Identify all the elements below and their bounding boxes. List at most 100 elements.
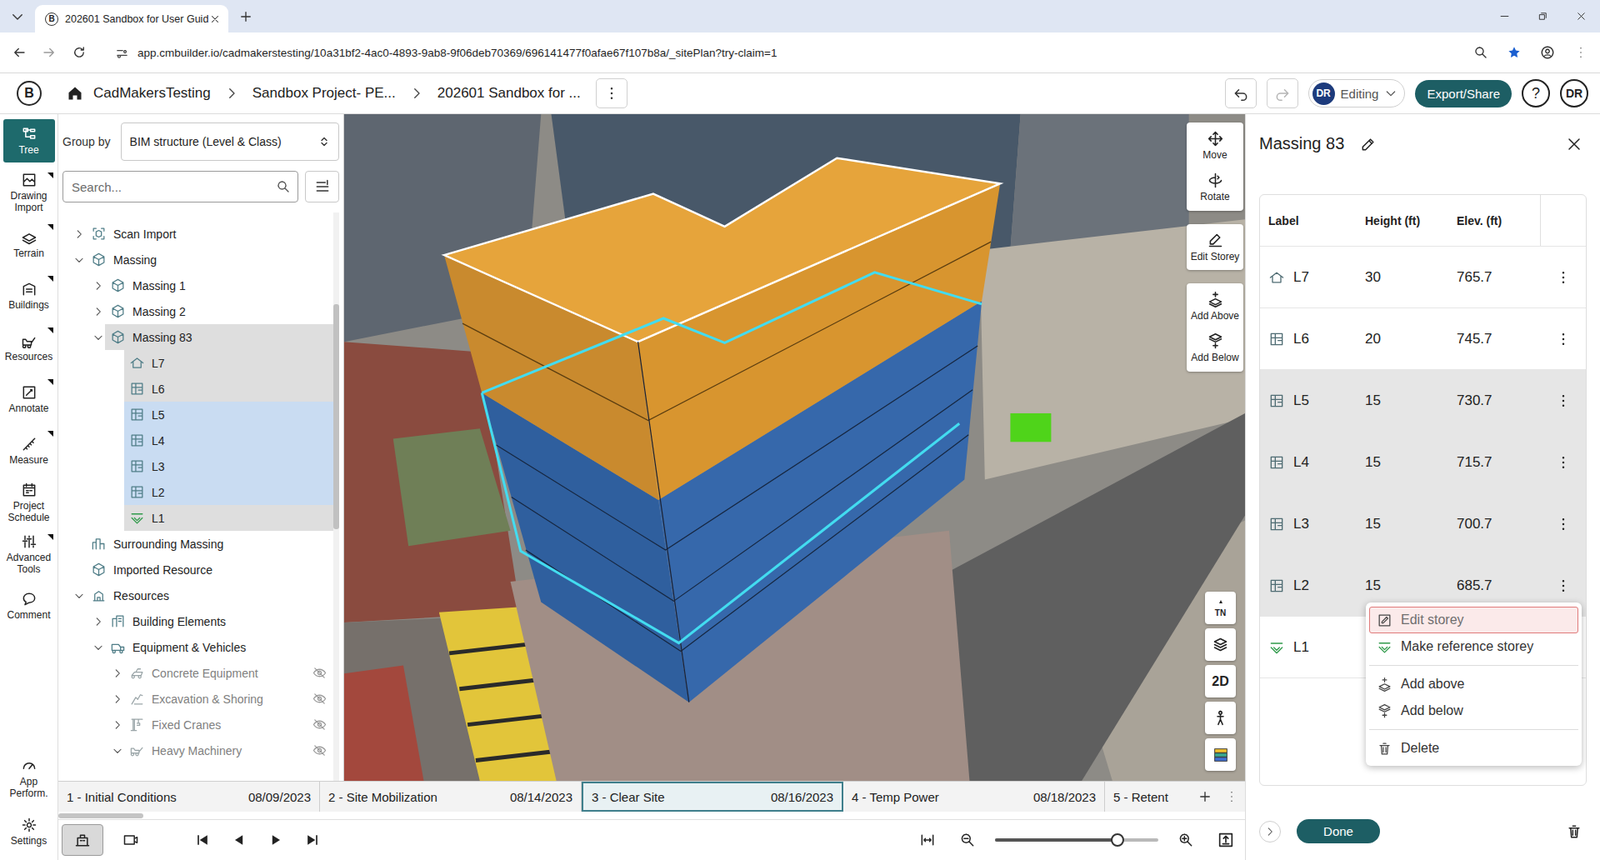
search-field[interactable]: Search...: [62, 170, 299, 203]
toolbar-item[interactable]: Advanced Tools: [3, 532, 55, 576]
view-mode-button[interactable]: [61, 824, 104, 856]
user-avatar[interactable]: DR: [1560, 79, 1589, 108]
browser-menu-button[interactable]: [1568, 40, 1594, 65]
back-button[interactable]: [6, 40, 32, 65]
massing-model[interactable]: [444, 158, 1000, 703]
undo-button[interactable]: [1225, 78, 1257, 109]
toolbar-item[interactable]: Annotate: [3, 377, 55, 421]
tree-item[interactable]: L6: [62, 375, 334, 402]
toolbar-item[interactable]: App Perform.: [3, 756, 55, 800]
new-tab-button[interactable]: [233, 4, 259, 30]
rename-button[interactable]: [1355, 131, 1381, 157]
tree-item[interactable]: L4: [62, 427, 334, 454]
project-menu-button[interactable]: [595, 78, 628, 109]
group-by-select[interactable]: BIM structure (Level & Class): [120, 122, 340, 161]
viewport-tool-button[interactable]: Rotate: [1186, 166, 1244, 209]
toolbar-item[interactable]: Tree: [3, 119, 55, 163]
tree-item[interactable]: Massing 2: [62, 298, 334, 325]
close-window-button[interactable]: [1561, 0, 1600, 33]
tree-item[interactable]: Resources: [62, 582, 334, 609]
mode-dropdown[interactable]: DREditing: [1308, 79, 1406, 108]
tree-item[interactable]: L2: [62, 479, 334, 505]
done-button[interactable]: Done: [1296, 819, 1380, 844]
toolbar-item[interactable]: Settings: [3, 810, 55, 854]
timeline-menu-button[interactable]: [1218, 781, 1245, 812]
menu-item[interactable]: Add below: [1369, 697, 1579, 725]
breadcrumb[interactable]: CadMakersTesting: [93, 85, 211, 102]
row-menu-button[interactable]: [1550, 511, 1576, 537]
viewport-tool-button[interactable]: Move: [1186, 125, 1244, 167]
tree-item[interactable]: Building Elements: [62, 608, 334, 635]
tree-item[interactable]: Scan Import: [62, 220, 334, 247]
delete-button[interactable]: [1561, 819, 1587, 845]
tree-scrollbar[interactable]: [333, 212, 340, 781]
tree-item[interactable]: L1: [62, 505, 334, 531]
close-panel-button[interactable]: [1561, 131, 1587, 157]
reload-button[interactable]: [66, 40, 92, 65]
tree-item[interactable]: Massing: [62, 246, 334, 273]
timeline-phase[interactable]: 4 - Temp Power08/18/2023: [843, 781, 1105, 812]
view-mode-button[interactable]: [110, 824, 152, 856]
add-phase-button[interactable]: [1191, 781, 1219, 812]
layers-button[interactable]: [1205, 628, 1236, 661]
help-button[interactable]: ?: [1521, 79, 1550, 108]
storey-row[interactable]: L620745.7: [1260, 308, 1586, 370]
zoom-out-button[interactable]: [955, 827, 980, 853]
viewport-tool-button[interactable]: Edit Storey: [1186, 226, 1244, 269]
menu-item[interactable]: Edit storey: [1369, 606, 1579, 634]
storey-row[interactable]: L730765.7: [1260, 246, 1586, 309]
tree-item[interactable]: L5: [62, 401, 334, 428]
color-legend-button[interactable]: [1205, 738, 1236, 771]
zoom-slider[interactable]: [995, 838, 1159, 842]
tab-close-button[interactable]: [206, 10, 224, 28]
export-share-button[interactable]: Export/Share: [1415, 80, 1512, 108]
toolbar-item[interactable]: Project Schedule: [3, 480, 55, 525]
menu-item[interactable]: Make reference storey: [1369, 633, 1579, 660]
tree-item[interactable]: Surrounding Massing: [62, 530, 334, 557]
playback-button[interactable]: [300, 827, 325, 853]
tree-item[interactable]: Concrete Equipment: [62, 660, 334, 686]
tree-item[interactable]: L3: [62, 453, 334, 480]
playback-button[interactable]: [190, 827, 215, 853]
breadcrumb[interactable]: Sandbox Project- PE...: [252, 85, 396, 102]
timeline-phase[interactable]: 5 - Retent: [1105, 781, 1192, 812]
row-menu-button[interactable]: [1550, 573, 1576, 599]
minimize-button[interactable]: [1485, 0, 1524, 33]
toolbar-item[interactable]: Buildings: [3, 274, 55, 318]
zoom-indicator[interactable]: [1468, 40, 1494, 65]
tree-item[interactable]: Fixed Cranes: [62, 711, 334, 738]
toolbar-item[interactable]: Comment: [3, 584, 55, 628]
timeline-phase[interactable]: 3 - Clear Site08/16/2023: [581, 781, 844, 812]
restore-button[interactable]: [1523, 0, 1562, 33]
viewport-tool-button[interactable]: Add Below: [1186, 327, 1244, 370]
tree-item[interactable]: Equipment & Vehicles: [62, 634, 334, 660]
tree-item[interactable]: Massing 83: [62, 324, 334, 350]
storey-row[interactable]: L515730.7: [1260, 370, 1586, 432]
menu-item[interactable]: Delete: [1369, 735, 1579, 762]
storey-row[interactable]: L315700.7: [1260, 493, 1586, 555]
toolbar-item[interactable]: Measure: [3, 429, 55, 473]
menu-item[interactable]: Add above: [1369, 670, 1579, 698]
toolbar-item[interactable]: Drawing Import: [3, 170, 55, 215]
slider-knob[interactable]: [1110, 833, 1125, 847]
redo-button[interactable]: [1266, 78, 1299, 109]
browser-tab[interactable]: B202601 Sandbox for User Guid: [35, 5, 229, 33]
tree-item[interactable]: L7: [62, 350, 334, 376]
app-logo[interactable]: B: [16, 80, 42, 106]
toolbar-item[interactable]: Terrain: [3, 222, 55, 266]
viewport-tool-button[interactable]: Add Above: [1186, 285, 1244, 328]
timeline-phase[interactable]: 1 - Initial Conditions08/09/2023: [58, 781, 320, 812]
tree-item[interactable]: Imported Resource: [62, 556, 334, 583]
breadcrumb[interactable]: 202601 Sandbox for ...: [437, 85, 581, 102]
playback-button[interactable]: [226, 827, 252, 853]
2d-view-button[interactable]: 2D: [1205, 665, 1236, 698]
row-menu-button[interactable]: [1550, 326, 1576, 352]
tree-options-button[interactable]: [305, 170, 340, 203]
row-menu-button[interactable]: [1550, 388, 1576, 414]
tab-search-button[interactable]: [5, 4, 30, 30]
row-menu-button[interactable]: [1550, 450, 1576, 475]
zoom-in-button[interactable]: [1173, 827, 1199, 853]
collapse-button[interactable]: [1259, 820, 1281, 843]
fit-button[interactable]: [915, 827, 940, 853]
playback-button[interactable]: [263, 827, 289, 853]
